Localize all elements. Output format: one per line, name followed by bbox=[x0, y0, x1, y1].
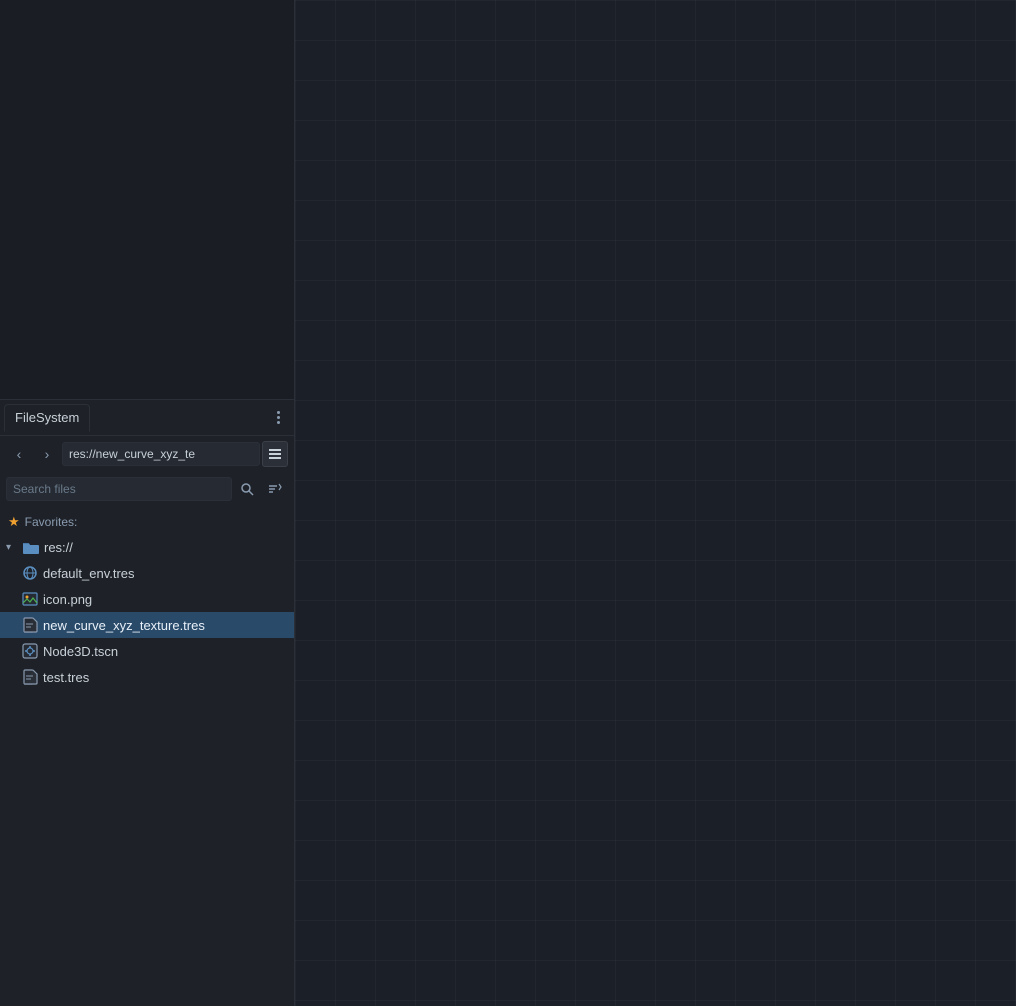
tab-more-button[interactable] bbox=[266, 406, 290, 430]
tree-item-test-tres-label: test.tres bbox=[43, 670, 286, 685]
back-icon: ‹ bbox=[17, 446, 22, 462]
test-file-icon bbox=[22, 669, 38, 685]
search-button[interactable] bbox=[234, 476, 260, 502]
tree-item-node3d-label: Node3D.tscn bbox=[43, 644, 286, 659]
forward-icon: › bbox=[45, 446, 50, 462]
tab-filesystem-label: FileSystem bbox=[15, 410, 79, 425]
list-view-icon bbox=[268, 447, 282, 461]
top-viewport-area bbox=[0, 0, 294, 400]
tree-item-new-curve[interactable]: new_curve_xyz_texture.tres bbox=[0, 612, 294, 638]
file-tree: ★ Favorites: ▾ res:// bbox=[0, 506, 294, 1006]
left-panel: FileSystem ‹ › res://new_curve_xyz_te bbox=[0, 0, 295, 1006]
tree-item-node3d[interactable]: Node3D.tscn bbox=[0, 638, 294, 664]
tree-item-default-env[interactable]: default_env.tres bbox=[0, 560, 294, 586]
tree-item-res[interactable]: ▾ res:// bbox=[0, 534, 294, 560]
tree-item-icon-png-label: icon.png bbox=[43, 592, 286, 607]
search-icon bbox=[240, 482, 254, 496]
tree-item-test-tres[interactable]: test.tres bbox=[0, 664, 294, 690]
filesystem-panel: FileSystem ‹ › res://new_curve_xyz_te bbox=[0, 400, 294, 1006]
forward-button[interactable]: › bbox=[34, 441, 60, 467]
search-input-wrap bbox=[6, 477, 232, 501]
path-display: res://new_curve_xyz_te bbox=[62, 442, 260, 466]
tab-bar: FileSystem bbox=[0, 400, 294, 436]
folder-icon bbox=[23, 539, 39, 555]
search-row bbox=[0, 472, 294, 506]
sort-button[interactable] bbox=[262, 476, 288, 502]
right-panel bbox=[295, 0, 1016, 1006]
tab-filesystem[interactable]: FileSystem bbox=[4, 404, 90, 432]
grid-canvas[interactable] bbox=[295, 0, 1016, 1006]
favorites-star-icon: ★ bbox=[8, 514, 20, 530]
three-dots-icon bbox=[277, 411, 280, 424]
search-input[interactable] bbox=[6, 477, 232, 501]
back-button[interactable]: ‹ bbox=[6, 441, 32, 467]
display-toggle-button[interactable] bbox=[262, 441, 288, 467]
tree-item-res-label: res:// bbox=[44, 540, 286, 555]
expand-arrow-icon: ▾ bbox=[6, 542, 18, 553]
tree-item-new-curve-label: new_curve_xyz_texture.tres bbox=[43, 618, 286, 633]
globe-icon bbox=[22, 565, 38, 581]
favorites-header: ★ Favorites: bbox=[0, 510, 294, 534]
tree-item-default-env-label: default_env.tres bbox=[43, 566, 286, 581]
resource-file-icon bbox=[22, 617, 38, 633]
tree-item-icon-png[interactable]: icon.png bbox=[0, 586, 294, 612]
sort-icon bbox=[268, 482, 282, 496]
image-icon bbox=[22, 591, 38, 607]
favorites-label: Favorites: bbox=[25, 515, 78, 529]
scene-icon bbox=[22, 643, 38, 659]
toolbar-row: ‹ › res://new_curve_xyz_te bbox=[0, 436, 294, 472]
